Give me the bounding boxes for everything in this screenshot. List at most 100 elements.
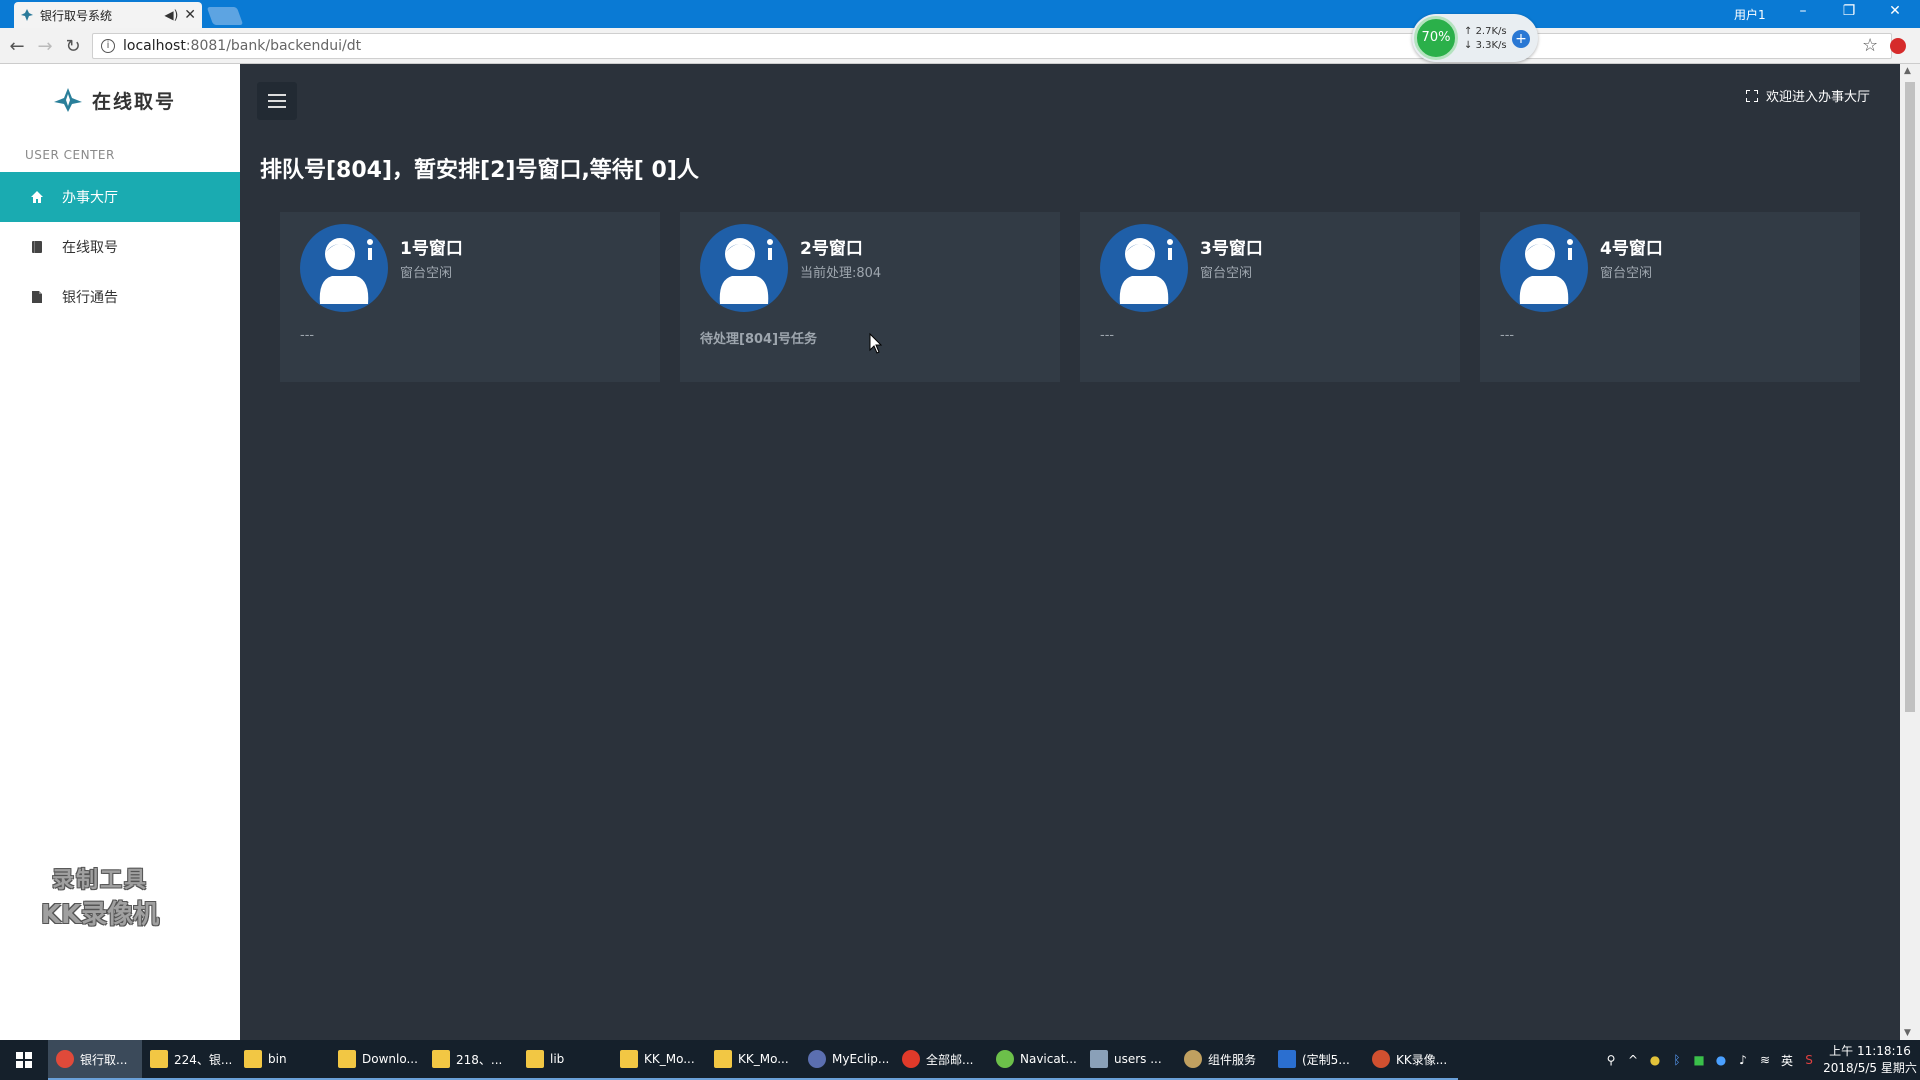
welcome-text: 欢迎进入办事大厅 xyxy=(1765,90,1870,105)
hamburger-icon-bar xyxy=(268,100,286,102)
folder-icon xyxy=(714,1050,732,1068)
taskbar-item-mail[interactable]: 全部邮... xyxy=(894,1040,988,1080)
scroll-down-icon[interactable]: ▼ xyxy=(1904,1028,1911,1038)
windows-taskbar: 银行取... 224、银... bin Downlo... 218、... li… xyxy=(0,1040,1920,1080)
menu-toggle-button[interactable] xyxy=(257,82,297,120)
extension-icon[interactable] xyxy=(1890,38,1906,54)
window-task: 待处理[804]号任务 xyxy=(700,332,818,347)
back-icon[interactable]: ← xyxy=(6,36,28,57)
ime-indicator[interactable]: 英 xyxy=(1776,1052,1798,1069)
watermark-line1: 录制工具 xyxy=(51,868,148,893)
kk-icon xyxy=(1372,1050,1390,1068)
section-label: USER CENTER xyxy=(25,148,115,162)
info-icon[interactable]: i xyxy=(101,39,115,53)
scrollbar-thumb[interactable] xyxy=(1905,82,1915,712)
taskbar-item-folder[interactable]: KK_Mo... xyxy=(706,1040,800,1080)
window-card: 1号窗口 窗台空闲 --- xyxy=(280,212,660,382)
network-speed-widget[interactable]: 70% ↑ 2.7K/s ↓ 3.3K/s + xyxy=(1412,14,1538,62)
window-card: 3号窗口 窗台空闲 --- xyxy=(1080,212,1460,382)
clock-time: 上午 11:18:16 xyxy=(1829,1044,1911,1058)
speaker-icon[interactable]: ◀) xyxy=(164,8,178,22)
tray-app-icon[interactable]: ● xyxy=(1644,1053,1666,1067)
recorder-watermark: 录制工具 KK录像机 xyxy=(30,862,170,931)
download-speed: ↓ 3.3K/s xyxy=(1464,40,1507,51)
taskbar-item-folder[interactable]: KK_Mo... xyxy=(612,1040,706,1080)
taskbar-item-folder[interactable]: 224、银... xyxy=(142,1040,236,1080)
url-host: localhost xyxy=(123,38,186,54)
taskbar-item-navicat[interactable]: Navicat... xyxy=(988,1040,1082,1080)
taskbar-item-component[interactable]: 组件服务 xyxy=(1176,1040,1270,1080)
window-status: 当前处理:804 xyxy=(800,266,882,281)
taskbar-item-folder[interactable]: Downlo... xyxy=(330,1040,424,1080)
navicat-icon xyxy=(996,1050,1014,1068)
page-scrollbar[interactable]: ▲ ▼ xyxy=(1900,64,1920,1040)
bluetooth-icon[interactable]: ᛒ xyxy=(1666,1053,1688,1067)
taskbar-item-kk[interactable]: KK录像... xyxy=(1364,1040,1458,1080)
volume-icon[interactable]: ♪ xyxy=(1732,1053,1754,1067)
watermark-line2: KK录像机 xyxy=(40,900,160,930)
taskbar-item-folder[interactable]: lib xyxy=(518,1040,612,1080)
upload-speed: ↑ 2.7K/s xyxy=(1464,26,1507,37)
bookmark-star-icon[interactable]: ☆ xyxy=(1862,35,1878,56)
window-name: 2号窗口 xyxy=(800,239,863,259)
taskbar-item-word[interactable]: (定制5... xyxy=(1270,1040,1364,1080)
address-bar: ← → ↻ i localhost:8081/bank/backendui/dt xyxy=(0,28,1920,64)
sidebar: 在线取号 USER CENTER 办事大厅 在线取号 银行通告 录制工具 KK录… xyxy=(0,64,240,1040)
file-icon xyxy=(30,290,44,304)
folder-icon xyxy=(432,1050,450,1068)
taskbar-item-users[interactable]: users ... xyxy=(1082,1040,1176,1080)
taskbar-item-eclipse[interactable]: MyEclip... xyxy=(800,1040,894,1080)
folder-icon xyxy=(150,1050,168,1068)
tray-monitor-icon[interactable]: ■ xyxy=(1688,1053,1710,1067)
sidebar-menu: 办事大厅 在线取号 银行通告 xyxy=(0,172,240,322)
agent-avatar-icon xyxy=(700,224,788,312)
windows-logo-icon xyxy=(16,1052,32,1068)
sidebar-item-hall[interactable]: 办事大厅 xyxy=(0,172,240,222)
url-input[interactable]: i localhost:8081/bank/backendui/dt xyxy=(92,33,1892,59)
people-icon[interactable]: ⚲ xyxy=(1600,1053,1622,1067)
chevron-up-icon[interactable]: ^ xyxy=(1622,1053,1644,1067)
tab-favicon-icon xyxy=(20,8,34,22)
welcome-link[interactable]: 欢迎进入办事大厅 xyxy=(1745,86,1870,105)
browser-titlebar: 银行取号系统 ◀) ✕ 用户1 – ❐ ✕ xyxy=(0,0,1920,28)
window-name: 1号窗口 xyxy=(400,239,463,259)
system-tray: ⚲ ^ ● ᛒ ■ ● ♪ ≋ 英 S 上午 11:18:16 2018/5/5… xyxy=(1600,1040,1920,1080)
chrome-icon xyxy=(56,1050,74,1068)
folder-icon xyxy=(620,1050,638,1068)
sidebar-item-label: 银行通告 xyxy=(62,290,118,306)
reload-icon[interactable]: ↻ xyxy=(62,36,84,57)
tray-browser-icon[interactable]: ● xyxy=(1710,1053,1732,1067)
logo-text: 在线取号 xyxy=(92,90,177,113)
fullscreen-icon xyxy=(1745,89,1758,102)
scroll-up-icon[interactable]: ▲ xyxy=(1904,66,1911,76)
wifi-icon[interactable]: ≋ xyxy=(1754,1053,1776,1067)
restore-icon[interactable]: ❐ xyxy=(1834,3,1864,19)
browser-user-label[interactable]: 用户1 xyxy=(1734,6,1766,23)
component-icon xyxy=(1184,1050,1202,1068)
start-button[interactable] xyxy=(0,1040,48,1080)
book-icon xyxy=(30,240,44,254)
main-content: 欢迎进入办事大厅 排队号[804]，暂安排[2]号窗口,等待[ 0]人 1号窗口… xyxy=(240,64,1900,1040)
browser-tab[interactable]: 银行取号系统 ◀) ✕ xyxy=(14,2,202,28)
hamburger-icon-bar xyxy=(268,94,286,96)
taskbar-item-chrome[interactable]: 银行取... xyxy=(48,1040,142,1080)
tab-close-icon[interactable]: ✕ xyxy=(184,7,196,23)
users-icon xyxy=(1090,1050,1108,1068)
window-name: 4号窗口 xyxy=(1600,239,1663,259)
sidebar-item-notice[interactable]: 银行通告 xyxy=(0,272,240,322)
tray-sogou-icon[interactable]: S xyxy=(1798,1053,1820,1067)
sidebar-item-take-number[interactable]: 在线取号 xyxy=(0,222,240,272)
minimize-icon[interactable]: – xyxy=(1788,3,1818,19)
forward-icon[interactable]: → xyxy=(34,36,56,57)
mouse-cursor-icon xyxy=(869,332,883,354)
system-clock[interactable]: 上午 11:18:16 2018/5/5 星期六 xyxy=(1820,1043,1920,1077)
plus-icon[interactable]: + xyxy=(1512,30,1530,48)
new-tab-button[interactable] xyxy=(206,7,244,25)
word-icon xyxy=(1278,1050,1296,1068)
taskbar-item-folder[interactable]: bin xyxy=(236,1040,330,1080)
taskbar-item-folder[interactable]: 218、... xyxy=(424,1040,518,1080)
close-window-icon[interactable]: ✕ xyxy=(1880,3,1910,19)
hamburger-icon-bar xyxy=(268,106,286,108)
folder-icon xyxy=(526,1050,544,1068)
sidebar-item-label: 在线取号 xyxy=(62,240,118,256)
